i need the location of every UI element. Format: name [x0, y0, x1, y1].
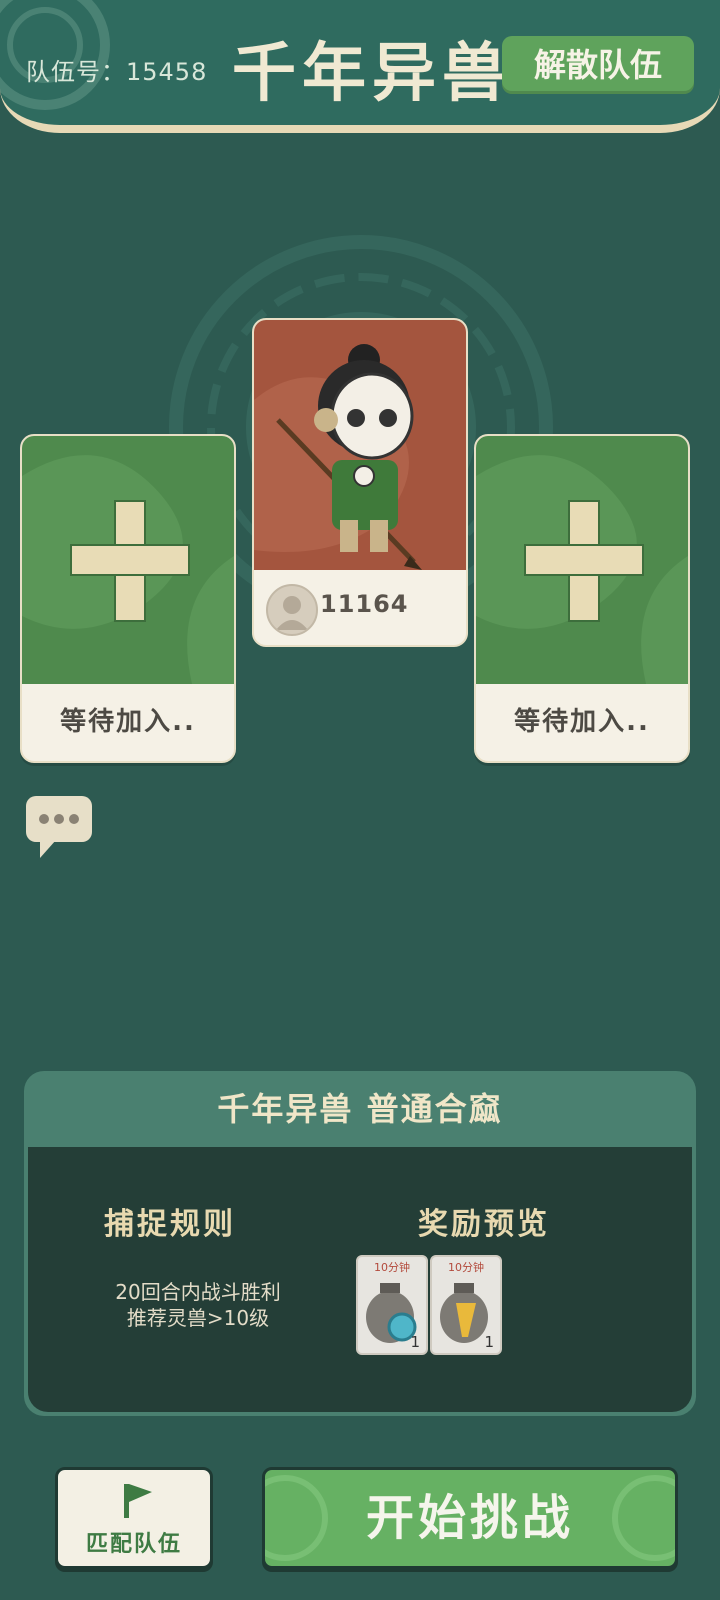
player-portrait	[254, 320, 466, 570]
waiting-label: 等待加入..	[60, 707, 196, 737]
reward-quantity: 1	[484, 1333, 494, 1351]
reward-quantity: 1	[410, 1333, 420, 1351]
match-team-label: 匹配队伍	[85, 1532, 182, 1557]
chat-bubble-icon[interactable]	[26, 796, 92, 858]
info-body: 捕捉规则 奖励预览 20回合内战斗胜利 推荐灵兽>10级 10分钟 1 10分钟…	[28, 1147, 692, 1412]
avatar	[266, 584, 318, 636]
waiting-label: 等待加入..	[514, 707, 650, 737]
start-challenge-label: 开始挑战	[365, 1490, 574, 1546]
reward-duration: 10分钟	[448, 1261, 484, 1274]
capture-rules-heading: 捕捉规则	[104, 1207, 236, 1242]
user-avatar-icon	[276, 596, 308, 630]
reward-item[interactable]: 10分钟 1	[430, 1255, 502, 1355]
slot-background	[476, 436, 688, 684]
challenge-title: 千年异兽 普通合窳	[217, 1090, 503, 1128]
rule-line: 推荐灵兽>10级	[126, 1306, 270, 1330]
empty-slot-right[interactable]: 等待加入..	[474, 434, 690, 763]
team-number: 队伍号：15458	[26, 58, 208, 86]
challenge-info-panel: 千年异兽 普通合窳 捕捉规则 奖励预览 20回合内战斗胜利 推荐灵兽>10级 1…	[24, 1071, 696, 1416]
reward-item[interactable]: 10分钟 1	[356, 1255, 428, 1355]
player-card[interactable]: 11164	[252, 318, 468, 647]
page-title: 千年异兽	[232, 37, 512, 111]
reward-preview-heading: 奖励预览	[418, 1207, 550, 1242]
start-challenge-button[interactable]: 开始挑战	[262, 1467, 678, 1569]
header-bar: 队伍号：15458 千年异兽 解散队伍	[0, 0, 720, 133]
empty-slot-left[interactable]: 等待加入..	[20, 434, 236, 763]
disband-team-button[interactable]: 解散队伍	[502, 36, 694, 94]
rule-line: 20回合内战斗胜利	[115, 1280, 281, 1304]
masked-warrior-character-icon	[254, 344, 422, 570]
plus-icon-center	[116, 546, 144, 574]
flag-icon	[124, 1484, 152, 1518]
match-team-button[interactable]: 匹配队伍	[55, 1467, 213, 1569]
reward-duration: 10分钟	[374, 1261, 410, 1274]
player-id: 11164	[320, 590, 409, 618]
plus-icon-center	[570, 546, 598, 574]
slot-background	[22, 436, 234, 684]
